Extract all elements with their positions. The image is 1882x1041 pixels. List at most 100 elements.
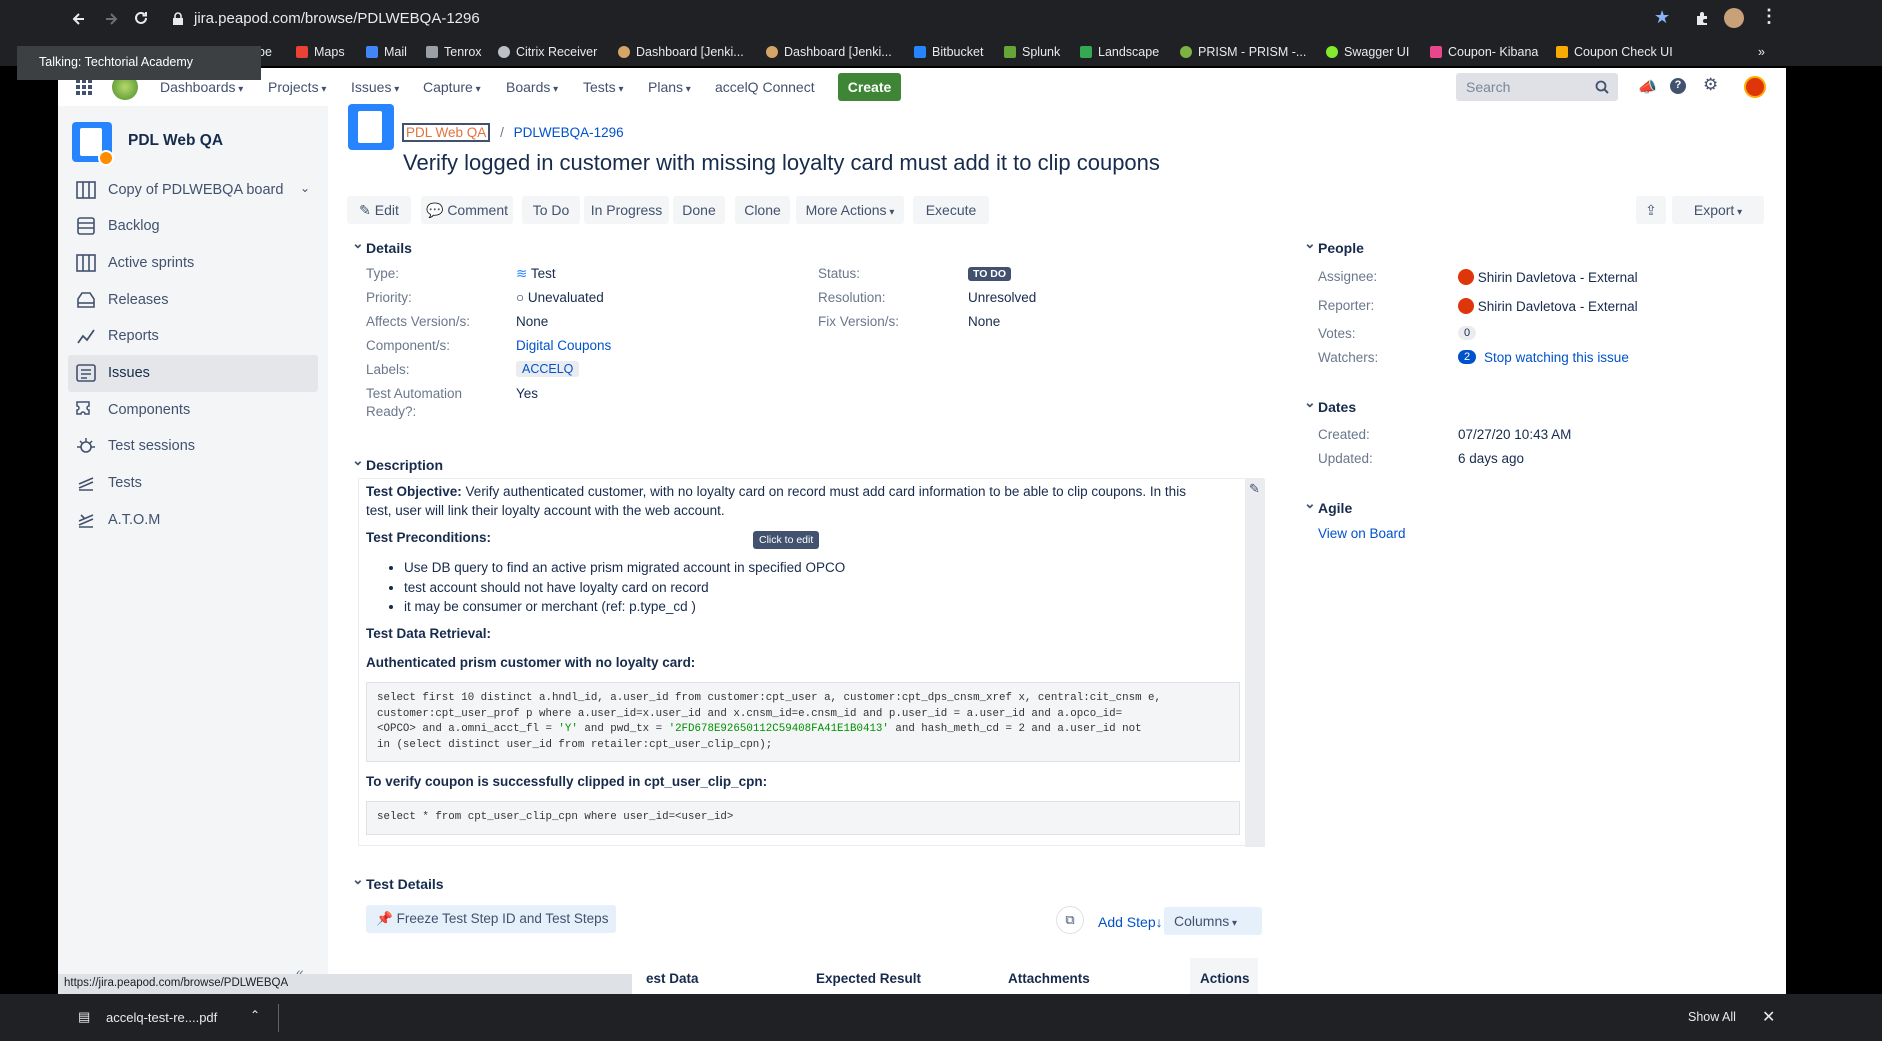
bookmark-item[interactable]: Landscape bbox=[1080, 45, 1159, 59]
nav-tests[interactable]: Tests bbox=[583, 79, 624, 95]
sidebar-item-backlog[interactable]: Backlog bbox=[68, 208, 318, 245]
reload-icon[interactable] bbox=[132, 9, 150, 27]
label-tag[interactable]: ACCELQ bbox=[516, 361, 580, 377]
url-bar[interactable]: jira.peapod.com/browse/PDLWEBQA-1296 bbox=[194, 10, 480, 27]
help-icon[interactable]: ? bbox=[1670, 78, 1686, 94]
bookmark-star-icon[interactable]: ★ bbox=[1654, 7, 1670, 28]
bookmark-item[interactable]: Maps bbox=[296, 45, 345, 59]
sidebar-item-tests[interactable]: Tests bbox=[68, 465, 318, 502]
comment-button[interactable]: 💬 Comment bbox=[421, 196, 513, 224]
board-selector[interactable]: Copy of PDLWEBQA board ⌄ bbox=[68, 172, 318, 209]
reporter-value[interactable]: Shirin Davletova - External bbox=[1458, 298, 1638, 314]
dates-heading[interactable]: Dates bbox=[1304, 394, 1356, 415]
component-link[interactable]: Digital Coupons bbox=[516, 338, 611, 353]
bookmark-item[interactable]: PRISM - PRISM -... bbox=[1180, 45, 1306, 59]
breadcrumb-issue-key[interactable]: PDLWEBQA-1296 bbox=[514, 125, 624, 140]
sidebar-item-issues[interactable]: Issues bbox=[68, 355, 318, 392]
affects-version-value: None bbox=[516, 314, 549, 329]
show-all-button[interactable]: Show All bbox=[1688, 1010, 1736, 1024]
chevron-up-icon[interactable]: ⌃ bbox=[250, 1008, 260, 1022]
search-input[interactable]: Search bbox=[1456, 73, 1618, 101]
breadcrumb-project-link[interactable]: PDL Web QA bbox=[402, 123, 491, 142]
bookmark-item[interactable]: Splunk bbox=[1004, 45, 1060, 59]
bookmark-item[interactable]: Dashboard [Jenki... bbox=[766, 45, 892, 59]
view-on-board-link[interactable]: View on Board bbox=[1318, 526, 1406, 541]
close-icon[interactable]: ✕ bbox=[1762, 1007, 1775, 1027]
bookmark-item[interactable]: Coupon Check UI bbox=[1556, 45, 1673, 59]
sidebar-item-reports[interactable]: Reports bbox=[68, 318, 318, 355]
updated-value: 6 days ago bbox=[1458, 451, 1525, 466]
assignee-value[interactable]: Shirin Davletova - External bbox=[1458, 269, 1638, 285]
edit-pencil-icon[interactable]: ✎ bbox=[1249, 481, 1260, 497]
chevron-down-icon: ⌄ bbox=[300, 181, 311, 195]
columns-dropdown[interactable]: Columns bbox=[1164, 907, 1262, 935]
sidebar-item-atom[interactable]: A.T.O.M bbox=[68, 502, 318, 539]
sidebar-item-test-sessions[interactable]: Test sessions bbox=[68, 428, 318, 465]
in-progress-button[interactable]: In Progress bbox=[584, 196, 669, 224]
bookmarks-overflow[interactable]: » bbox=[1758, 45, 1765, 59]
nav-issues[interactable]: Issues bbox=[351, 79, 399, 95]
automation-value: Yes bbox=[516, 386, 539, 401]
extensions-icon[interactable] bbox=[1694, 10, 1710, 26]
browser-menu-icon[interactable]: ⋮ bbox=[1760, 6, 1778, 27]
votes-count[interactable]: 0 bbox=[1458, 326, 1477, 340]
bookmark-item[interactable]: Tenrox bbox=[426, 45, 482, 59]
notifications-icon[interactable]: 📣 bbox=[1638, 78, 1657, 96]
execute-button[interactable]: Execute bbox=[913, 196, 989, 224]
nav-plans[interactable]: Plans bbox=[648, 79, 691, 95]
issue-title[interactable]: Verify logged in customer with missing l… bbox=[403, 150, 1160, 176]
bookmark-item[interactable]: Mail bbox=[366, 45, 407, 59]
back-icon[interactable] bbox=[70, 10, 88, 28]
forward-icon[interactable] bbox=[102, 10, 120, 28]
sql-verify-code-block: select * from cpt_user_clip_cpn where us… bbox=[366, 801, 1240, 835]
clone-button[interactable]: Clone bbox=[735, 196, 790, 224]
todo-button[interactable]: To Do bbox=[522, 196, 580, 224]
nav-projects[interactable]: Projects bbox=[268, 79, 326, 95]
sidebar-item-releases[interactable]: Releases bbox=[68, 282, 318, 319]
nav-accelq-connect[interactable]: accelQ Connect bbox=[715, 79, 815, 95]
browser-toolbar: jira.peapod.com/browse/PDLWEBQA-1296 ★ ⋮ bbox=[0, 0, 1882, 38]
done-button[interactable]: Done bbox=[673, 196, 725, 224]
copy-icon[interactable]: ⧉ bbox=[1056, 906, 1084, 934]
project-avatar[interactable] bbox=[72, 122, 114, 166]
bookmark-item[interactable]: Bitbucket bbox=[914, 45, 983, 59]
sidebar-item-components[interactable]: Components bbox=[68, 392, 318, 429]
download-item[interactable]: ▤ accelq-test-re....pdf ⌃ bbox=[64, 1004, 274, 1032]
more-actions-button[interactable]: More Actions bbox=[796, 196, 904, 224]
freeze-steps-button[interactable]: 📌 Freeze Test Step ID and Test Steps bbox=[366, 905, 616, 933]
pencil-icon: ✎ bbox=[359, 202, 371, 218]
components-icon bbox=[76, 401, 90, 415]
settings-gear-icon[interactable]: ⚙ bbox=[1703, 75, 1718, 95]
bookmark-item[interactable]: Dashboard [Jenki... bbox=[618, 45, 744, 59]
description-heading[interactable]: Description bbox=[352, 452, 443, 473]
project-name[interactable]: PDL Web QA bbox=[128, 132, 223, 150]
created-value: 07/27/20 10:43 AM bbox=[1458, 427, 1572, 442]
user-avatar[interactable] bbox=[1744, 76, 1766, 98]
agile-heading[interactable]: Agile bbox=[1304, 495, 1352, 516]
stop-watching-link[interactable]: Stop watching this issue bbox=[1484, 350, 1629, 365]
issue-project-avatar[interactable] bbox=[348, 104, 394, 150]
nav-capture[interactable]: Capture bbox=[423, 79, 481, 95]
sidebar-item-active-sprints[interactable]: Active sprints bbox=[68, 245, 318, 282]
assignee-avatar bbox=[1458, 269, 1474, 285]
details-heading[interactable]: Details bbox=[352, 235, 412, 256]
edit-field-strip[interactable]: ✎ bbox=[1245, 479, 1265, 847]
list-item: it may be consumer or merchant (ref: p.t… bbox=[404, 597, 845, 617]
edit-button[interactable]: ✎ Edit bbox=[347, 196, 411, 224]
profile-avatar[interactable] bbox=[1724, 8, 1744, 28]
bookmarks-bar: be Maps Mail Tenrox Citrix Receiver Dash… bbox=[0, 38, 1882, 66]
add-step-link[interactable]: Add Step↓ bbox=[1098, 914, 1163, 930]
test-details-heading[interactable]: Test Details bbox=[352, 871, 443, 892]
export-button[interactable]: Export bbox=[1672, 196, 1764, 224]
bookmark-item[interactable]: Coupon- Kibana bbox=[1430, 45, 1538, 59]
share-icon[interactable]: ⇪ bbox=[1636, 196, 1666, 224]
bookmark-item[interactable]: Citrix Receiver bbox=[498, 45, 597, 59]
nav-boards[interactable]: Boards bbox=[506, 79, 558, 95]
jira-header: Dashboards Projects Issues Capture Board… bbox=[58, 68, 1786, 106]
bookmark-item[interactable]: Swagger UI bbox=[1326, 45, 1409, 59]
create-button[interactable]: Create bbox=[838, 73, 901, 101]
nav-dashboards[interactable]: Dashboards bbox=[160, 79, 243, 95]
download-bar: ▤ accelq-test-re....pdf ⌃ Show All ✕ bbox=[0, 994, 1882, 1041]
people-heading[interactable]: People bbox=[1304, 235, 1364, 256]
app-switcher-icon[interactable] bbox=[76, 79, 92, 95]
